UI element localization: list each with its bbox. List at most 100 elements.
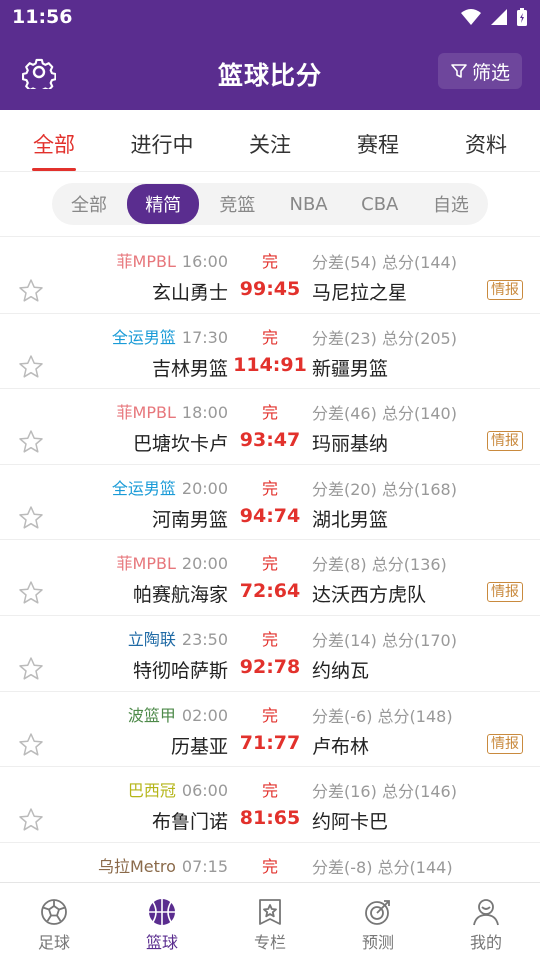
match-row[interactable]: 巴西冠 06:00 完 分差(16) 总分(146) 布鲁门诺 81:65 约阿卡巴 — [0, 767, 540, 843]
match-row[interactable]: 立陶联 23:50 完 分差(14) 总分(170) 特彻哈萨斯 92:78 约纳瓦 — [0, 616, 540, 692]
spread: 分差(16) — [312, 782, 377, 802]
signal-icon — [491, 9, 507, 25]
subtab-custom[interactable]: 自选 — [418, 184, 484, 224]
subtabs: 全部 精简 竞篮 NBA CBA 自选 — [52, 183, 488, 225]
away-team: 新疆男篮 — [312, 357, 389, 380]
league-name: 菲MPBL — [116, 252, 176, 271]
filter-icon — [451, 64, 467, 78]
tab-following[interactable]: 关注 — [216, 110, 324, 171]
total: 总分(140) — [381, 404, 457, 424]
intel-badge[interactable]: 情报 — [487, 582, 523, 603]
subtab-cba[interactable]: CBA — [347, 187, 413, 222]
away-team: 玛丽基纳 — [312, 433, 389, 456]
match-status: 完 — [261, 403, 278, 423]
league-time: 菲MPBL 16:00 — [117, 248, 228, 272]
league-time: 波篮甲 02:00 — [128, 702, 228, 726]
status-bar: 11:56 — [0, 0, 540, 36]
home-team: 布鲁门诺 — [151, 811, 228, 834]
profile-icon — [473, 899, 499, 926]
filter-button[interactable]: 筛选 — [438, 53, 522, 89]
match-status: 完 — [261, 554, 278, 574]
favorite-star-icon[interactable] — [18, 429, 44, 455]
tab-schedule[interactable]: 赛程 — [324, 110, 432, 171]
nav-label-column: 专栏 — [253, 933, 286, 952]
favorite-star-icon[interactable] — [18, 732, 44, 758]
odds-info: 分差(8) 总分(136) — [312, 551, 447, 575]
match-row[interactable]: 乌拉Metro 07:15 完 分差(-8) 总分(144) — [0, 843, 540, 882]
subtab-nba[interactable]: NBA — [276, 187, 342, 222]
match-row[interactable]: 波篮甲 02:00 完 分差(-6) 总分(148) 历基亚 71:77 卢布林 情报 — [0, 692, 540, 768]
league-time: 全运男篮 20:00 — [112, 475, 228, 499]
match-status: 完 — [261, 629, 278, 649]
home-team: 特彻哈萨斯 — [132, 659, 228, 682]
home-team: 巴塘坎卡卢 — [132, 433, 228, 456]
subtab-all[interactable]: 全部 — [56, 184, 122, 224]
match-row[interactable]: 全运男篮 20:00 完 分差(20) 总分(168) 河南男篮 94:74 湖北男篮 — [0, 465, 540, 541]
score: 94:74 — [239, 504, 301, 527]
league-name: 乌拉Metro — [97, 856, 176, 876]
total: 总分(144) — [377, 857, 453, 877]
odds-info: 分差(14) 总分(170) — [312, 627, 457, 651]
score: 71:77 — [239, 731, 301, 754]
tab-data[interactable]: 资料 — [432, 110, 540, 171]
total: 总分(205) — [381, 328, 457, 348]
match-status: 完 — [261, 252, 278, 271]
favorite-star-icon[interactable] — [18, 505, 44, 531]
odds-info: 分差(20) 总分(168) — [312, 476, 457, 500]
home-team: 玄山勇士 — [151, 282, 228, 304]
subtab-lottery[interactable]: 竞篮 — [204, 184, 270, 224]
tab-all[interactable]: 全部 — [0, 110, 108, 171]
intel-badge[interactable]: 情报 — [487, 431, 523, 452]
league-name: 巴西冠 — [127, 781, 176, 801]
away-team: 约纳瓦 — [312, 659, 370, 682]
match-row[interactable]: 菲MPBL 18:00 完 分差(46) 总分(140) 巴塘坎卡卢 93:47 玛丽基纳 情… — [0, 389, 540, 465]
favorite-star-icon[interactable] — [18, 656, 44, 682]
nav-prediction[interactable]: 预测 — [324, 883, 432, 960]
away-team: 约阿卡巴 — [312, 811, 389, 834]
score: 93:47 — [239, 429, 301, 452]
total: 总分(144) — [381, 253, 457, 272]
match-time: 16:00 — [181, 252, 228, 271]
favorite-star-icon[interactable] — [18, 278, 44, 304]
total: 总分(170) — [381, 630, 457, 650]
nav-soccer[interactable]: 足球 — [0, 883, 108, 960]
match-status: 完 — [261, 478, 278, 498]
nav-basketball[interactable]: 篮球 — [108, 883, 216, 960]
app-header: 篮球比分 筛选 — [0, 36, 540, 110]
subtab-simplified[interactable]: 精简 — [127, 184, 200, 224]
score: 81:65 — [239, 807, 301, 830]
match-row[interactable]: 菲MPBL 20:00 完 分差(8) 总分(136) 帕赛航海家 72:64 达沃西方虎队… — [0, 540, 540, 616]
odds-info: 分差(-8) 总分(144) — [312, 854, 453, 878]
favorite-star-icon[interactable] — [18, 807, 44, 833]
status-time: 11:56 — [12, 6, 73, 28]
favorite-star-icon[interactable] — [18, 580, 44, 606]
home-team: 帕赛航海家 — [132, 584, 228, 607]
column-star-icon — [259, 899, 281, 925]
nav-column[interactable]: 专栏 — [216, 883, 324, 960]
tab-live[interactable]: 进行中 — [108, 110, 216, 171]
intel-badge[interactable]: 情报 — [487, 733, 523, 754]
nav-profile[interactable]: 我的 — [432, 883, 540, 960]
league-time: 全运男篮 17:30 — [112, 324, 228, 348]
away-team: 达沃西方虎队 — [312, 584, 427, 607]
league-time: 菲MPBL 18:00 — [117, 399, 228, 423]
score: 99:45 — [239, 278, 301, 300]
nav-label-soccer: 足球 — [37, 933, 70, 952]
spread: 分差(-8) — [312, 857, 373, 877]
home-team: 河南男篮 — [151, 508, 228, 531]
league-time: 乌拉Metro 07:15 — [98, 853, 228, 877]
match-time: 20:00 — [181, 554, 228, 574]
match-row[interactable]: 菲MPBL 16:00 完 分差(54) 总分(144) 玄山勇士 99:45 马尼拉之星 情… — [0, 238, 540, 314]
league-name: 菲MPBL — [116, 403, 176, 423]
intel-badge[interactable]: 情报 — [487, 280, 523, 300]
favorite-star-icon[interactable] — [18, 354, 44, 380]
away-team: 湖北男篮 — [312, 508, 389, 531]
total: 总分(148) — [377, 706, 453, 726]
filter-label: 筛选 — [471, 61, 510, 84]
match-row[interactable]: 全运男篮 17:30 完 分差(23) 总分(205) 吉林男篮 114:91 新疆男篮 — [0, 314, 540, 390]
spread: 分差(14) — [312, 630, 377, 650]
match-list: 菲MPBL 16:00 完分差(54) 总分(144) 玄山勇士 99:45 马尼拉之星情… — [0, 238, 540, 882]
odds-info: 分差(16) 总分(146) — [312, 778, 457, 802]
away-team: 卢布林 — [312, 735, 370, 758]
home-team: 吉林男篮 — [151, 357, 228, 380]
